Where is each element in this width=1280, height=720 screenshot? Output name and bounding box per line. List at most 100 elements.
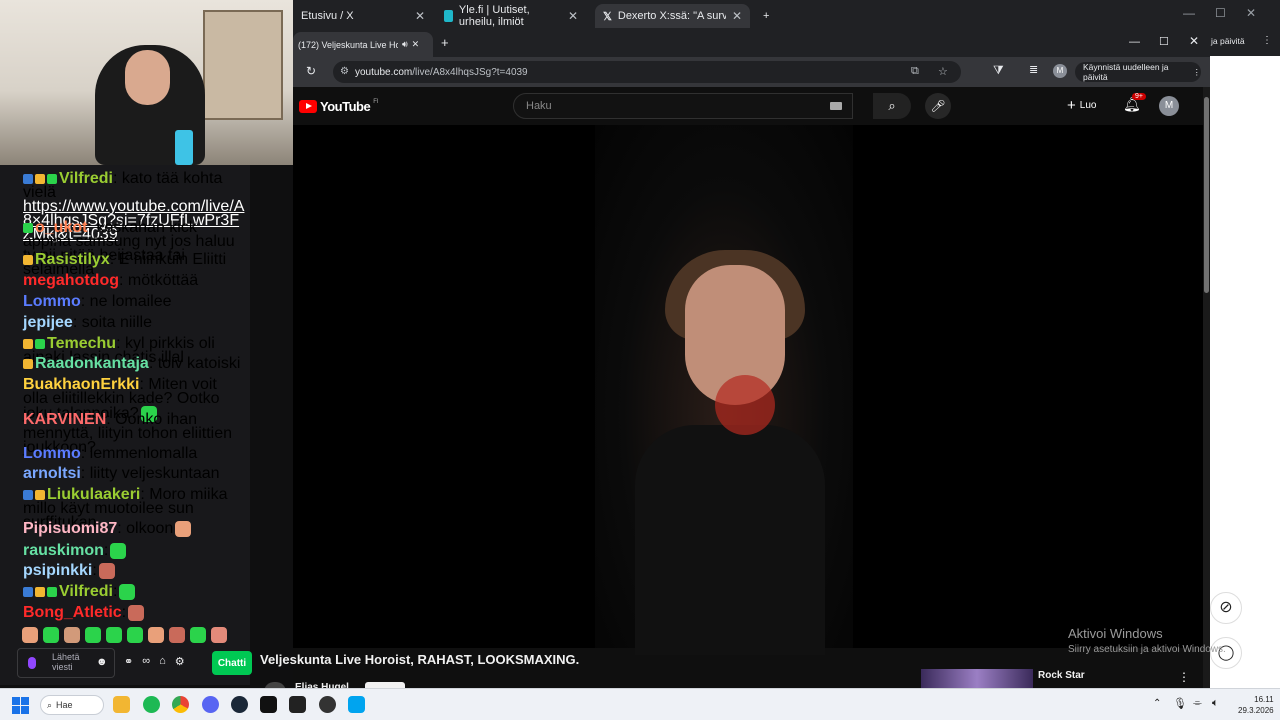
- emote-icon[interactable]: [22, 627, 38, 643]
- bg-tab-label: Dexerto X:ssä: "A survey reveal: [617, 10, 726, 22]
- discord-icon[interactable]: [202, 696, 219, 713]
- taskbar-clock[interactable]: 16.11 29.3.2026: [1238, 694, 1274, 716]
- youtube-search-button[interactable]: ⌕: [873, 93, 911, 119]
- new-tab-button[interactable]: +: [441, 35, 449, 50]
- side-video-thumbnail[interactable]: [921, 669, 1033, 688]
- windows-start-icon[interactable]: [12, 697, 29, 714]
- chat-username[interactable]: Vilfredi: [59, 583, 113, 600]
- close-icon[interactable]: ✕: [415, 9, 425, 23]
- chat-input[interactable]: Lähetä viesti ☻: [17, 648, 115, 678]
- nvidia-app-icon[interactable]: [289, 696, 306, 713]
- scrollbar-thumb[interactable]: [1204, 97, 1209, 293]
- emote-icon[interactable]: [148, 627, 164, 643]
- minimize-icon[interactable]: —: [1129, 36, 1140, 48]
- chat-username[interactable]: psipinkki: [23, 562, 92, 579]
- chat-username[interactable]: megahotdog: [23, 272, 119, 289]
- spotify-icon[interactable]: [143, 696, 160, 713]
- chat-username[interactable]: Pipisuomi87: [23, 520, 117, 537]
- chat-text: : soita niille: [72, 314, 152, 331]
- chevron-up-icon[interactable]: ⌃: [1153, 698, 1161, 709]
- infinity-icon[interactable]: ∞: [142, 655, 150, 668]
- watermark-subtitle: Siirry asetuksiin ja aktivoi Windows.: [1068, 644, 1226, 655]
- microphone-icon[interactable]: [28, 657, 36, 669]
- install-app-icon[interactable]: ⧉: [911, 65, 919, 78]
- microphone-icon[interactable]: 🎤︎: [925, 93, 951, 119]
- youtube-logo[interactable]: YouTube FI: [299, 99, 379, 114]
- media-icon[interactable]: ≣: [1029, 63, 1038, 76]
- steam-icon[interactable]: [231, 696, 248, 713]
- bookmark-star-icon[interactable]: ☆: [938, 65, 948, 78]
- emote-icon: [119, 584, 136, 600]
- emote-icon[interactable]: [211, 627, 227, 643]
- network-icon[interactable]: ⌯: [1193, 697, 1202, 710]
- maximize-icon[interactable]: ☐: [1159, 35, 1169, 48]
- site-info-icon[interactable]: ⚙: [340, 66, 349, 77]
- browser-profile-avatar[interactable]: M: [1053, 64, 1067, 78]
- emote-icon[interactable]: [127, 627, 143, 643]
- close-icon[interactable]: ✕: [412, 39, 420, 50]
- bg-tab-dexerto[interactable]: 𝕏 Dexerto X:ssä: "A survey reveal ✕: [595, 4, 750, 28]
- youtube-search-input[interactable]: Haku: [513, 93, 853, 119]
- restart-update-partial-label[interactable]: ja päivitä: [1211, 36, 1245, 46]
- chrome-icon[interactable]: [172, 696, 189, 713]
- video-player[interactable]: [293, 125, 1204, 655]
- search-icon: ⌕: [888, 98, 896, 113]
- emote-icon[interactable]: [64, 627, 80, 643]
- more-vert-icon[interactable]: ⋮: [1193, 67, 1202, 78]
- notifications-bell-icon[interactable]: 🔔︎ 9+: [1123, 93, 1146, 113]
- keyboard-icon[interactable]: [830, 102, 842, 110]
- chat-username[interactable]: Lommo: [23, 293, 81, 310]
- slash-circle-icon[interactable]: ⊘: [1210, 592, 1242, 624]
- more-vert-icon[interactable]: ⋮: [1262, 35, 1272, 46]
- emote-icon[interactable]: [43, 627, 59, 643]
- file-explorer-icon[interactable]: [113, 696, 130, 713]
- chat-username[interactable]: Rasistilyx: [35, 251, 110, 268]
- obs-icon[interactable]: [319, 696, 336, 713]
- maximize-icon[interactable]: ☐: [1215, 6, 1226, 20]
- avatar[interactable]: M: [1159, 96, 1179, 116]
- user-badge-icon: [23, 255, 33, 265]
- new-tab-button[interactable]: +: [755, 4, 777, 28]
- clock-date: 29.3.2026: [1238, 706, 1274, 715]
- close-window-icon[interactable]: ✕: [1246, 6, 1256, 20]
- taskbar-search[interactable]: ⌕ Hae: [40, 695, 104, 715]
- chat-username[interactable]: Raadonkantaja: [35, 355, 149, 372]
- side-video-title[interactable]: Rock Star: [1038, 670, 1085, 681]
- restart-update-button[interactable]: Käynnistä uudelleen ja päivitä ⋮: [1075, 62, 1201, 82]
- more-vert-icon[interactable]: ⋮: [1178, 670, 1190, 684]
- notes-app-icon[interactable]: [348, 696, 365, 713]
- extensions-icon[interactable]: ⧩: [993, 63, 1004, 78]
- address-bar[interactable]: ⚙ youtube.com/live/A8x4lhqsJSg?t=4039 ☆ …: [333, 61, 961, 83]
- youtube-tab[interactable]: (172) Veljeskunta Live Horoi 🔊︎ ✕: [293, 32, 433, 57]
- gear-icon[interactable]: ⚙: [175, 655, 185, 668]
- chat-username[interactable]: jepijee: [23, 314, 73, 331]
- emote-icon[interactable]: [85, 627, 101, 643]
- microphone-icon[interactable]: 🎙︎: [1173, 697, 1187, 710]
- emote-icon[interactable]: [190, 627, 206, 643]
- emote-icon[interactable]: [169, 627, 185, 643]
- page-scrollbar[interactable]: [1203, 87, 1210, 688]
- volume-icon[interactable]: 🔈︎: [1212, 697, 1219, 710]
- chat-username[interactable]: arnoltsi: [23, 465, 81, 482]
- close-window-icon[interactable]: ✕: [1189, 34, 1199, 48]
- chat-username[interactable]: rauskimon: [23, 542, 104, 559]
- emote-icon[interactable]: [106, 627, 122, 643]
- chat-username[interactable]: Vilfredi: [59, 170, 113, 187]
- share-icon[interactable]: ⚭: [124, 655, 133, 668]
- chat-username[interactable]: Bong_Atletic: [23, 604, 122, 621]
- store-icon[interactable]: ⌂: [159, 655, 166, 668]
- bg-tab-yle[interactable]: Yle.fi | Uutiset, urheilu, ilmiöt ✕: [436, 4, 586, 28]
- speaker-icon[interactable]: 🔊︎: [402, 39, 408, 50]
- bg-tab-x-home[interactable]: Etusivu / X ✕: [293, 4, 433, 28]
- emoji-icon[interactable]: ☻: [96, 656, 108, 668]
- close-icon[interactable]: ✕: [732, 9, 742, 23]
- chat-text: : olkoon: [117, 520, 174, 537]
- close-icon[interactable]: ✕: [568, 9, 578, 23]
- x-app-icon[interactable]: [260, 696, 277, 713]
- minimize-icon[interactable]: —: [1183, 6, 1195, 20]
- chat-username[interactable]: Lommo: [23, 445, 81, 462]
- create-button[interactable]: + Luo: [1067, 97, 1096, 114]
- reload-icon[interactable]: ↻: [306, 64, 316, 78]
- restart-update-label: Käynnistä uudelleen ja päivitä: [1083, 62, 1169, 82]
- chat-send-button[interactable]: Chatti: [212, 651, 252, 675]
